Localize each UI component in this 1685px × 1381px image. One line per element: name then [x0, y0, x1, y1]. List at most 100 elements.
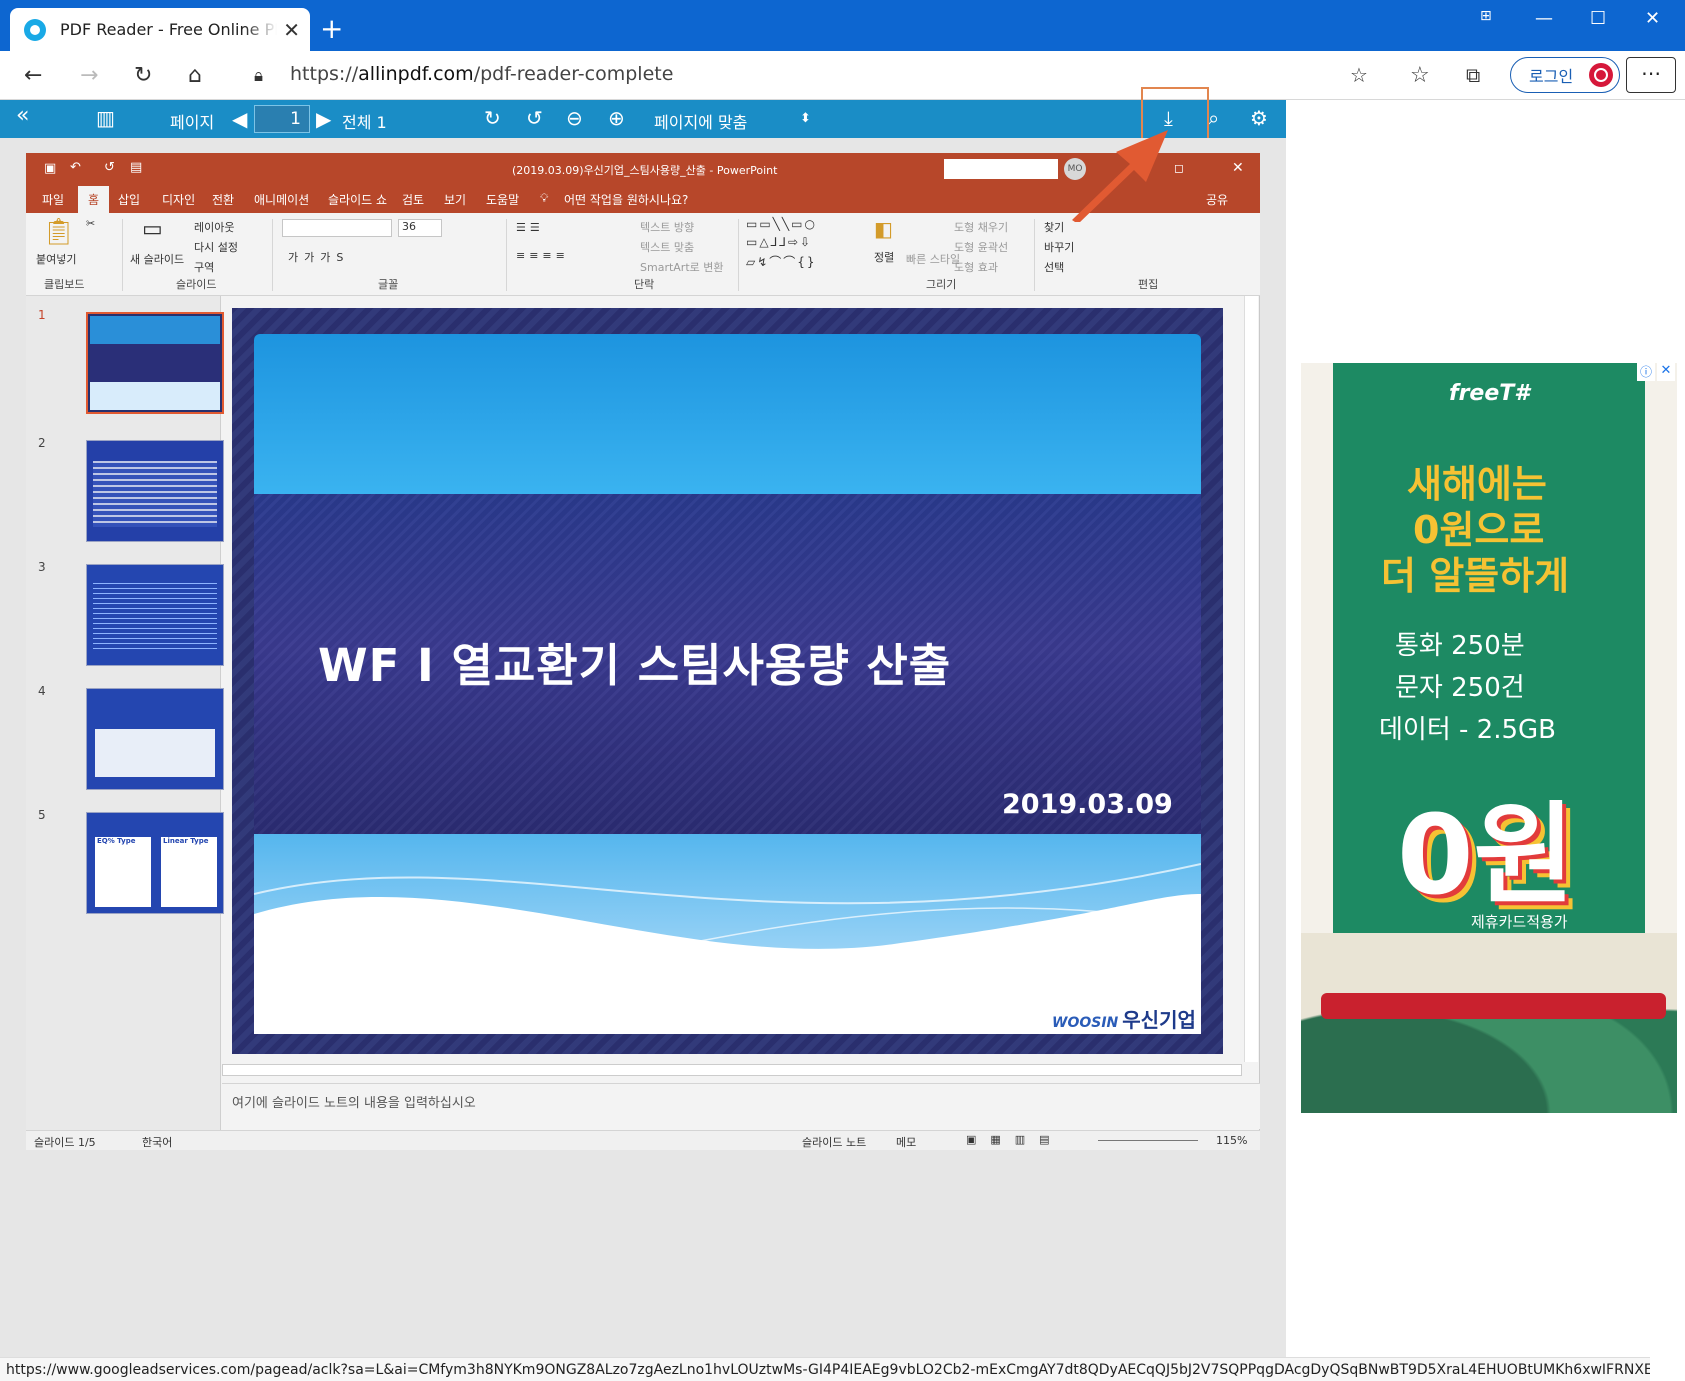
- sidebar-toggle-icon[interactable]: ▥: [96, 106, 115, 130]
- ribbon-tab-file: 파일: [42, 193, 65, 207]
- slide-thumbnails-pane: 1 2 3 4 5 EQ% Type Linear Type: [26, 296, 224, 1130]
- browser-status-url: https://www.googleadservices.com/pagead/…: [0, 1357, 1650, 1381]
- thumb-number: 1: [38, 308, 46, 322]
- zoom-dropdown-icon[interactable]: ⬍: [800, 111, 811, 126]
- ad-brand: freeT#: [1449, 381, 1530, 406]
- ad-scroll-left: [1301, 363, 1333, 1003]
- profile-record-icon: [1589, 63, 1613, 87]
- smartart-label: SmartArt로 변환: [640, 261, 724, 274]
- paste-label: 붙여넣기: [36, 253, 77, 266]
- arrange-icon: ◧: [874, 217, 893, 241]
- new-tab-icon[interactable]: +: [320, 12, 343, 45]
- zoom-level: 115%: [1216, 1134, 1248, 1147]
- page-number-input[interactable]: 1: [254, 105, 310, 133]
- login-label: 로그인: [1529, 67, 1574, 86]
- browser-tab[interactable]: PDF Reader - Free Online PDF Viewer ✕: [10, 8, 310, 51]
- browser-navbar: ← → ↻ ⌂ 🔒︎ https://allinpdf.com/pdf-read…: [0, 51, 1685, 100]
- thumb-number: 2: [38, 436, 46, 450]
- group-slides: 슬라이드: [176, 278, 217, 291]
- horizontal-scrollbar: [222, 1064, 1242, 1076]
- thumb-chart-eq: [95, 837, 151, 907]
- zoom-in-icon[interactable]: ⊕: [608, 106, 625, 130]
- arrange-label: 정렬: [874, 251, 895, 264]
- ad-call: 통화 250분: [1395, 631, 1525, 661]
- group-drawing: 그리기: [926, 278, 957, 291]
- cut-icon: ✂: [86, 217, 96, 230]
- shape-fill-label: 도형 채우기: [954, 221, 1009, 234]
- logo-en: WOOSIN: [1052, 1015, 1119, 1031]
- account-name-box: [944, 159, 1058, 179]
- ad-scroll-right: [1645, 363, 1677, 1003]
- forward-icon[interactable]: →: [80, 63, 98, 88]
- ribbon-separator: [738, 219, 739, 291]
- tab-title: PDF Reader - Free Online PDF Viewer: [60, 20, 277, 39]
- prev-page-icon[interactable]: ◀: [232, 107, 247, 131]
- view-buttons: ▣▦▥▤: [966, 1133, 1064, 1146]
- powerpoint-window-title: (2019.03.09)우신기업_스팀사용량_산출 - PowerPoint: [512, 164, 778, 177]
- thumb-number: 3: [38, 560, 46, 574]
- maximize-icon[interactable]: ☐: [1590, 8, 1606, 29]
- language: 한국어: [142, 1136, 173, 1149]
- ad-data: 데이터 - 2.5GB: [1379, 715, 1557, 745]
- text-direction-label: 텍스트 방향: [640, 221, 695, 234]
- favorites-icon[interactable]: ☆: [1410, 63, 1430, 88]
- ribbon-tab-review: 검토: [402, 193, 425, 207]
- reload-icon[interactable]: ↻: [134, 63, 152, 88]
- new-slide-icon: ▭: [142, 217, 163, 242]
- more-menu-button[interactable]: ⋯: [1626, 57, 1676, 93]
- zoom-out-icon[interactable]: ⊖: [566, 106, 583, 130]
- zoom-slider: [1098, 1140, 1198, 1141]
- ad-info-icon[interactable]: ⓘ: [1637, 363, 1655, 381]
- shapes-gallery-row2: ▭△⅃⅃⇨⇩: [746, 235, 813, 249]
- home-icon[interactable]: ⌂: [188, 63, 202, 88]
- font-size-box: 36: [398, 219, 442, 237]
- add-favorite-icon[interactable]: ☆: [1350, 63, 1368, 87]
- ad-mountains: [1301, 933, 1677, 1113]
- zoom-mode-select[interactable]: 페이지에 맞춤: [654, 109, 747, 133]
- select-label: 선택: [1044, 261, 1065, 274]
- ad-price: 0원: [1397, 791, 1575, 919]
- slide-thumbnail-3: [86, 564, 224, 666]
- ribbon-separator: [122, 219, 123, 291]
- shape-outline-label: 도형 윤곽선: [954, 241, 1009, 254]
- advertisement[interactable]: freeT# 새해에는 0원으로 더 알뜰하게 통화 250분 문자 250건 …: [1301, 363, 1677, 1113]
- minimize-icon[interactable]: —: [1535, 8, 1553, 29]
- group-clipboard: 클립보드: [44, 278, 85, 291]
- ad-close-icon[interactable]: ✕: [1657, 363, 1675, 381]
- next-page-icon[interactable]: ▶: [316, 107, 331, 131]
- font-family-box: [282, 219, 392, 237]
- url-prefix: https://: [290, 63, 359, 85]
- undo-icon: ↶: [70, 160, 81, 175]
- url-domain: allinpdf.com: [358, 63, 474, 85]
- slide-title: WF I 열교환기 스팀사용량 산출: [318, 639, 952, 692]
- rotate-clockwise-icon[interactable]: ↻: [484, 106, 501, 130]
- thumb-bottom-band: [90, 381, 220, 410]
- lock-icon[interactable]: 🔒︎: [254, 66, 263, 86]
- search-icon[interactable]: ⌕: [1208, 106, 1219, 130]
- section-label: 구역: [194, 261, 215, 274]
- ribbon-separator: [1034, 219, 1035, 291]
- rotate-counterclockwise-icon[interactable]: ↺: [526, 106, 543, 130]
- tab-actions-icon[interactable]: ⊞: [1480, 8, 1492, 24]
- ribbon-tab-insert: 삽입: [118, 193, 141, 207]
- ppt-restore-icon: ◻: [1174, 161, 1184, 175]
- thumb-linear-label: Linear Type: [163, 837, 209, 845]
- login-button[interactable]: 로그인: [1510, 57, 1620, 93]
- url-text[interactable]: https://allinpdf.com/pdf-reader-complete: [290, 63, 673, 85]
- group-paragraph: 단락: [634, 278, 655, 291]
- quick-styles-label: 빠른 스타일: [906, 253, 961, 266]
- font-format-icons: 가가가S: [288, 251, 350, 264]
- present-icon: ▤: [130, 160, 143, 175]
- back-icon[interactable]: ←: [24, 63, 42, 88]
- thumb-table: [93, 461, 217, 527]
- settings-gear-icon[interactable]: ⚙: [1250, 106, 1268, 130]
- collapse-sidebar-icon[interactable]: «: [16, 103, 29, 128]
- ribbon-tab-animations: 애니메이션: [254, 193, 310, 207]
- thumb-number: 4: [38, 684, 46, 698]
- collections-icon[interactable]: ⧉: [1466, 63, 1480, 87]
- ribbon-tab-transitions: 전환: [212, 193, 235, 207]
- window-close-icon[interactable]: ✕: [1645, 8, 1660, 29]
- logo-ko: 우신기업: [1122, 1008, 1196, 1032]
- tab-close-icon[interactable]: ✕: [283, 18, 300, 42]
- thumb-eq-label: EQ% Type: [97, 837, 136, 845]
